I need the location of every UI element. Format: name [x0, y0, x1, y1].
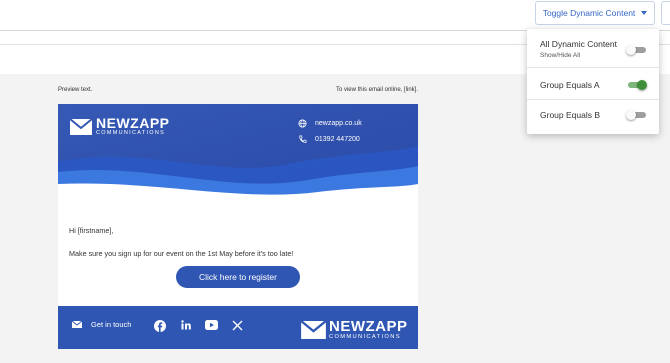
logo-name: NEWZAPP — [96, 115, 170, 131]
footer-logo: NEWZAPP COMMUNICATIONS — [301, 319, 408, 341]
logo-subtitle: COMMUNICATIONS — [96, 130, 166, 136]
linkedin-link[interactable] — [181, 320, 191, 330]
dropdown-item-sublabel: Show/Hide All — [540, 52, 581, 59]
email-preview: NEWZAPP COMMUNICATIONS newzapp.co.uk 013… — [58, 104, 418, 349]
preview-text: Preview text. — [58, 87, 93, 93]
footer-logo-name: NEWZAPP — [329, 318, 408, 335]
view-online-text: To view this email online, [link]. — [335, 87, 418, 93]
envelope-logo-icon — [301, 321, 326, 339]
switch-knob — [637, 80, 647, 90]
dropdown-item-group-b[interactable]: Group Equals B — [527, 100, 659, 134]
greeting-text: Hi [firstname], — [69, 226, 114, 235]
x-logo-icon — [232, 320, 243, 331]
dropdown-item-label: All Dynamic Content — [540, 39, 618, 49]
footer-logo-subtitle: COMMUNICATIONS — [329, 334, 401, 340]
facebook-icon — [154, 320, 166, 332]
phone-number: 01392 447200 — [315, 135, 360, 143]
envelope-logo-icon — [70, 118, 92, 135]
get-in-touch-label: Get in touch — [91, 320, 132, 329]
dropdown-item-all[interactable]: All Dynamic Content Show/Hide All — [527, 29, 659, 63]
header-contact: newzapp.co.uk 01392 447200 — [298, 115, 362, 147]
email-footer: Get in touch NEWZAPP COMMUNICATIONS — [58, 306, 418, 349]
register-button[interactable]: Click here to register — [176, 266, 300, 288]
phone-icon — [299, 135, 307, 143]
toggle-switch-group-a[interactable] — [626, 80, 647, 90]
x-twitter-link[interactable] — [232, 320, 243, 331]
caret-down-icon — [641, 11, 648, 15]
facebook-link[interactable] — [154, 320, 166, 332]
website-link[interactable]: newzapp.co.uk — [315, 120, 362, 127]
newzapp-logo: NEWZAPP COMMUNICATIONS — [70, 116, 170, 137]
globe-icon — [298, 118, 307, 128]
toolbar-button-partial[interactable] — [661, 1, 670, 25]
toggle-dynamic-content-button[interactable]: Toggle Dynamic Content — [535, 1, 655, 25]
youtube-link[interactable] — [205, 320, 218, 330]
switch-knob — [626, 110, 636, 120]
dropdown-item-group-a[interactable]: Group Equals A — [527, 68, 659, 99]
switch-knob — [626, 45, 636, 55]
dropdown-item-label: Group Equals A — [540, 80, 600, 90]
mail-icon — [72, 321, 82, 328]
get-in-touch-link[interactable]: Get in touch — [72, 320, 131, 329]
dynamic-content-dropdown: All Dynamic Content Show/Hide All Group … — [527, 29, 659, 134]
toggle-dynamic-content-label: Toggle Dynamic Content — [542, 8, 636, 18]
message-text: Make sure you sign up for our event on t… — [69, 249, 294, 258]
dropdown-item-label: Group Equals B — [540, 110, 601, 120]
toggle-switch-all[interactable] — [626, 45, 647, 55]
toggle-switch-group-b[interactable] — [626, 110, 647, 120]
youtube-icon — [205, 320, 218, 330]
email-header: NEWZAPP COMMUNICATIONS newzapp.co.uk 013… — [58, 104, 418, 200]
linkedin-icon — [181, 320, 191, 330]
